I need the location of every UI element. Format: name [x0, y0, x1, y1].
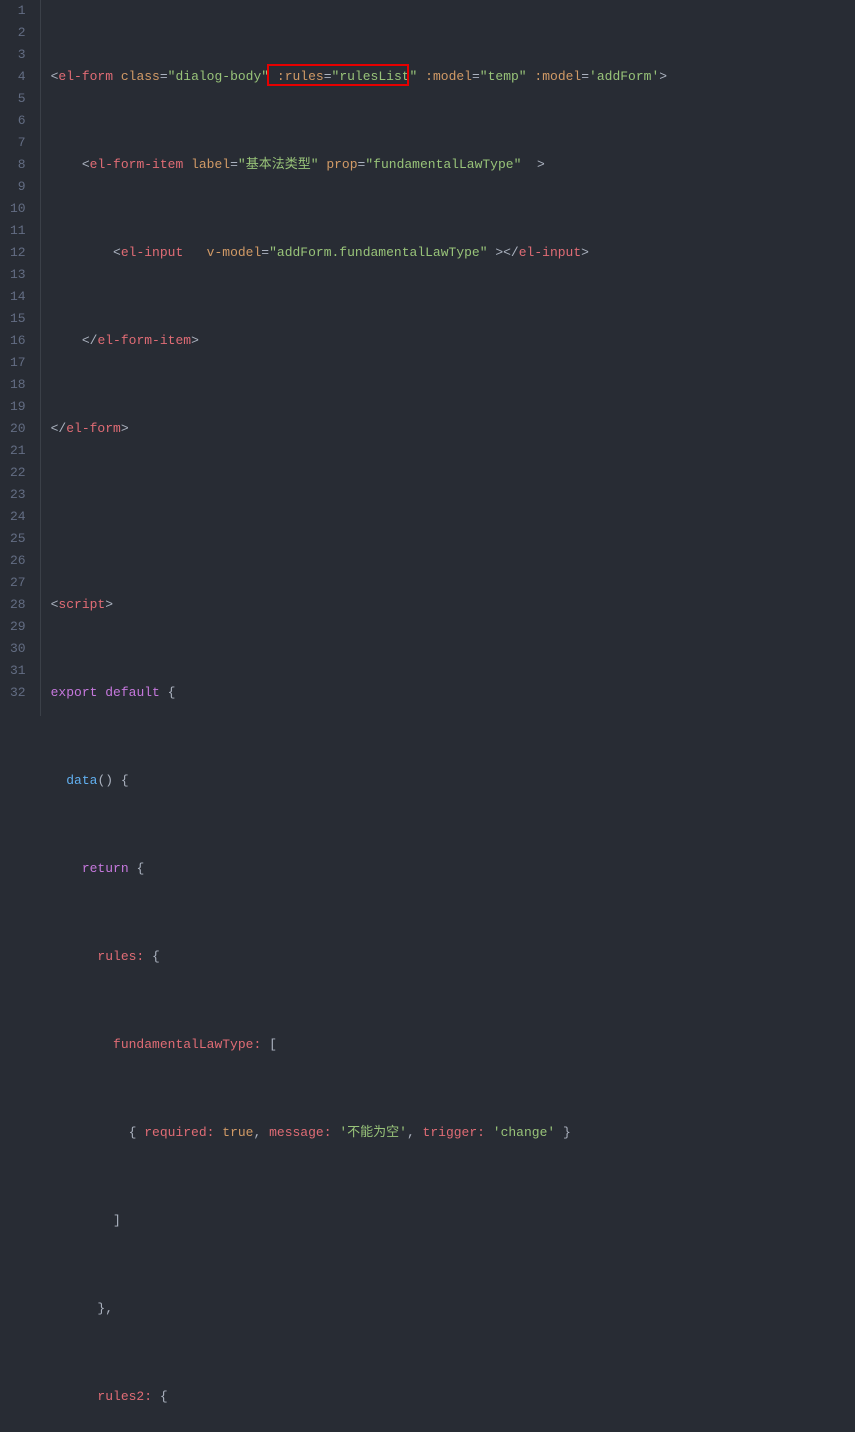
- line-number: 12: [10, 242, 26, 264]
- line-number: 29: [10, 616, 26, 638]
- line-number: 3: [10, 44, 26, 66]
- line-number: 20: [10, 418, 26, 440]
- line-number: 27: [10, 572, 26, 594]
- code-line[interactable]: export default {: [51, 682, 855, 704]
- line-number: 14: [10, 286, 26, 308]
- code-line[interactable]: fundamentalLawType: [: [51, 1034, 855, 1056]
- line-number: 16: [10, 330, 26, 352]
- line-number: 4: [10, 66, 26, 88]
- line-number: 31: [10, 660, 26, 682]
- code-line[interactable]: </el-form>: [51, 418, 855, 440]
- code-line[interactable]: return {: [51, 858, 855, 880]
- line-number: 28: [10, 594, 26, 616]
- code-line[interactable]: rules2: {: [51, 1386, 855, 1408]
- line-number: 6: [10, 110, 26, 132]
- line-number: 24: [10, 506, 26, 528]
- line-number: 5: [10, 88, 26, 110]
- line-number: 7: [10, 132, 26, 154]
- line-number: 30: [10, 638, 26, 660]
- line-number: 22: [10, 462, 26, 484]
- line-number: 18: [10, 374, 26, 396]
- line-number: 1: [10, 0, 26, 22]
- line-number: 13: [10, 264, 26, 286]
- code-line[interactable]: data() {: [51, 770, 855, 792]
- line-gutter: 1 2 3 4 5 6 7 8 9 10 11 12 13 14 15 16 1…: [0, 0, 41, 716]
- line-number: 26: [10, 550, 26, 572]
- code-line[interactable]: ]: [51, 1210, 855, 1232]
- line-number: 11: [10, 220, 26, 242]
- line-number: 17: [10, 352, 26, 374]
- code-line[interactable]: { required: true, message: '不能为空', trigg…: [51, 1122, 855, 1144]
- line-number: 9: [10, 176, 26, 198]
- line-number: 8: [10, 154, 26, 176]
- line-number: 21: [10, 440, 26, 462]
- code-line[interactable]: <el-input v-model="addForm.fundamentalLa…: [51, 242, 855, 264]
- line-number: 23: [10, 484, 26, 506]
- code-line[interactable]: <el-form class="dialog-body" :rules="rul…: [51, 66, 855, 88]
- line-number: 15: [10, 308, 26, 330]
- code-line[interactable]: </el-form-item>: [51, 330, 855, 352]
- line-number: 32: [10, 682, 26, 704]
- code-line[interactable]: [51, 506, 855, 528]
- line-number: 2: [10, 22, 26, 44]
- code-line[interactable]: <script>: [51, 594, 855, 616]
- line-number: 10: [10, 198, 26, 220]
- code-line[interactable]: <el-form-item label="基本法类型" prop="fundam…: [51, 154, 855, 176]
- code-line[interactable]: },: [51, 1298, 855, 1320]
- code-area[interactable]: <el-form class="dialog-body" :rules="rul…: [41, 0, 855, 716]
- code-editor: 1 2 3 4 5 6 7 8 9 10 11 12 13 14 15 16 1…: [0, 0, 855, 716]
- line-number: 25: [10, 528, 26, 550]
- code-line[interactable]: rules: {: [51, 946, 855, 968]
- line-number: 19: [10, 396, 26, 418]
